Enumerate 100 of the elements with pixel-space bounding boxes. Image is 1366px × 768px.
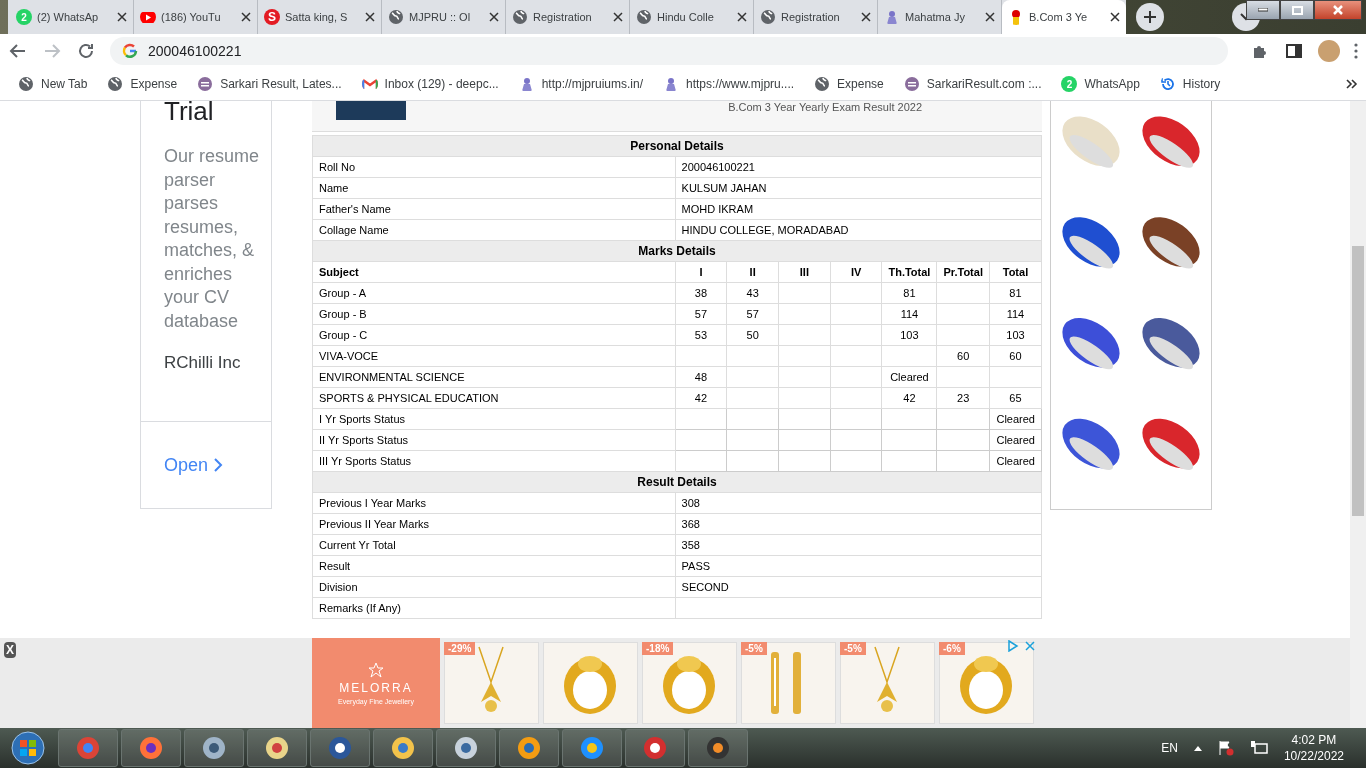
browser-tab[interactable]: MJPRU :: Ol	[382, 0, 506, 34]
field-label: Remarks (If Any)	[312, 597, 676, 619]
marks-cell	[830, 387, 882, 409]
marks-cell: 81	[881, 282, 937, 304]
close-icon[interactable]	[365, 12, 375, 22]
column-header: II	[726, 261, 779, 283]
marks-cell	[778, 387, 831, 409]
taskbar-button[interactable]	[562, 729, 622, 767]
app-icon	[516, 735, 542, 761]
adchoices-icon[interactable]	[1006, 640, 1036, 652]
bookmark-link[interactable]: Expense	[130, 77, 178, 91]
browser-tab[interactable]: Registration	[506, 0, 630, 34]
ad-heading: Trial	[164, 101, 215, 127]
close-icon[interactable]	[737, 12, 747, 22]
browser-tab[interactable]: Hindu Colle	[630, 0, 754, 34]
close-icon[interactable]	[117, 12, 127, 22]
section-title: Personal Details	[312, 135, 1042, 157]
status-cell	[881, 408, 937, 430]
close-icon[interactable]	[1110, 12, 1120, 22]
field-value: 368	[675, 513, 1042, 535]
marks-cell: Cleared	[881, 366, 937, 388]
caret-icon[interactable]	[1193, 745, 1202, 751]
marks-cell	[989, 366, 1042, 388]
field-label: Division	[312, 576, 676, 598]
marks-cell	[881, 345, 937, 367]
start-button[interactable]	[8, 730, 48, 766]
bookmark-link[interactable]: SarkariResult.com :...	[926, 77, 1042, 91]
language-indicator[interactable]: EN	[1161, 741, 1178, 755]
network-icon[interactable]	[1249, 740, 1268, 756]
taskbar-button[interactable]	[625, 729, 685, 767]
marks-cell	[936, 366, 990, 388]
side-panel-icon[interactable]	[1284, 41, 1304, 61]
close-icon[interactable]	[489, 12, 499, 22]
app-icon	[201, 735, 227, 761]
ad-company: RChilli Inc	[164, 353, 242, 373]
marks-cell	[726, 345, 779, 367]
marks-cell	[936, 303, 990, 325]
taskbar-button[interactable]	[184, 729, 244, 767]
column-header: Pr.Total	[936, 261, 990, 283]
marks-cell: 38	[675, 282, 727, 304]
close-icon[interactable]	[861, 12, 871, 22]
status-cell	[726, 429, 779, 451]
status-cell: Cleared	[989, 408, 1042, 430]
brand-name: MELORRA	[339, 680, 413, 695]
address-bar[interactable]: 200046100221	[110, 37, 1228, 65]
browser-tab[interactable]: 2 (2) WhatsAp	[10, 0, 134, 34]
flag-icon[interactable]	[1217, 740, 1234, 756]
ad-text: Our resume parser parses resumes, matches, & enriches your CV database	[164, 145, 261, 333]
taskbar-button[interactable]	[373, 729, 433, 767]
browser-tab[interactable]: S Satta king, S	[258, 0, 382, 34]
marks-cell	[726, 366, 779, 388]
new-tab-button[interactable]	[1136, 3, 1164, 31]
marks-cell	[830, 324, 882, 346]
column-header: Th.Total	[881, 261, 937, 283]
bookmark-link[interactable]: Expense	[837, 77, 884, 91]
taskbar-button[interactable]	[688, 729, 748, 767]
taskbar-button[interactable]	[436, 729, 496, 767]
browser-tab[interactable]: (186) YouTu	[134, 0, 258, 34]
maximize-button[interactable]	[1280, 0, 1314, 20]
bookmark-link[interactable]: Inbox (129) - deepc...	[384, 77, 499, 91]
column-header: Total	[989, 261, 1042, 283]
status-cell	[778, 408, 831, 430]
taskbar-button[interactable]	[247, 729, 307, 767]
subject-cell: I Yr Sports Status	[312, 408, 676, 430]
taskbar-button[interactable]	[499, 729, 559, 767]
minimize-button[interactable]	[1246, 0, 1280, 20]
clock-date[interactable]: 10/22/2022	[1283, 749, 1344, 763]
status-cell	[778, 450, 831, 472]
ad-close-button[interactable]: X	[4, 642, 16, 658]
browser-tab[interactable]: B.Com 3 Ye	[1002, 0, 1126, 34]
browser-tab[interactable]: Registration	[754, 0, 878, 34]
status-cell	[936, 450, 990, 472]
taskbar-button[interactable]	[310, 729, 370, 767]
reload-icon[interactable]	[76, 41, 96, 61]
column-header: I	[675, 261, 727, 283]
chevrons-icon[interactable]	[1346, 79, 1358, 89]
menu-icon[interactable]	[1354, 43, 1358, 59]
bookmark-link[interactable]: http://mjpruiums.in/	[541, 77, 644, 91]
scrollbar-thumb[interactable]	[1352, 246, 1364, 516]
field-label: Previous I Year Marks	[312, 492, 676, 514]
open-link[interactable]: Open	[164, 454, 224, 476]
close-icon[interactable]	[241, 12, 251, 22]
bookmark-link[interactable]: WhatsApp	[1084, 77, 1140, 91]
app-icon	[579, 735, 605, 761]
globe-icon	[388, 9, 404, 25]
bookmark-link[interactable]: History	[1182, 77, 1221, 91]
bookmark-link[interactable]: New Tab	[41, 77, 88, 91]
marks-cell	[830, 366, 882, 388]
clock-time[interactable]: 4:02 PM	[1291, 733, 1337, 747]
column-header: Subject	[312, 261, 676, 283]
close-icon[interactable]	[985, 12, 995, 22]
close-button[interactable]	[1314, 0, 1362, 20]
plus-icon	[1143, 10, 1157, 24]
marks-cell: 42	[675, 387, 727, 409]
whatsapp-icon: 2	[1061, 76, 1078, 92]
bookmark-link[interactable]: Sarkari Result, Lates...	[220, 77, 342, 91]
bookmark-link[interactable]: https://www.mjpru....	[686, 77, 795, 91]
scrollbar[interactable]	[1350, 101, 1366, 728]
close-icon[interactable]	[613, 12, 623, 22]
discount-badge: -18%	[642, 642, 674, 655]
